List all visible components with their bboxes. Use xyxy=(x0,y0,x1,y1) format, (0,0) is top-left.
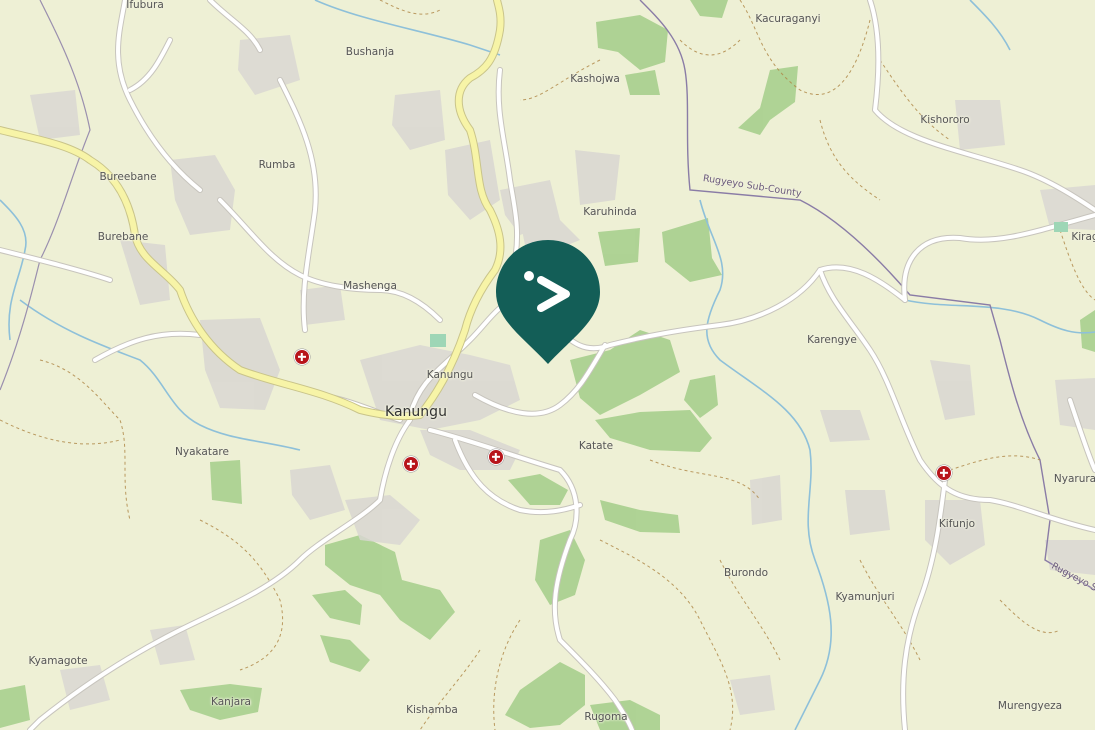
pitch-area-2 xyxy=(1054,222,1068,232)
place-label: Bushanja xyxy=(345,46,395,58)
place-label: Burebane xyxy=(97,231,149,243)
settlement-areas xyxy=(30,35,1095,715)
place-label: Kyamagote xyxy=(28,655,88,667)
place-label: Karengye xyxy=(807,334,857,346)
chevron-right-icon xyxy=(496,240,600,364)
place-label: Kifunjo xyxy=(938,518,976,530)
place-label: Katate xyxy=(578,440,614,452)
place-label: Kishororo xyxy=(920,114,970,126)
place-label: Rumba xyxy=(258,159,296,171)
place-label: Rugoma xyxy=(584,711,628,723)
place-label: Kirag xyxy=(1071,231,1095,243)
place-label: Bureebane xyxy=(99,171,157,183)
place-label: Kyamunjuri xyxy=(835,591,895,603)
place-label: Kashojwa xyxy=(570,73,620,85)
place-label: Nyarura xyxy=(1053,473,1095,485)
place-label: Burondo xyxy=(723,567,769,579)
place-label: Kacuraganyi xyxy=(755,13,821,25)
health-facility-icon[interactable] xyxy=(488,449,504,465)
place-label: Murengyeza xyxy=(997,700,1063,712)
place-label: Kanungu xyxy=(426,369,474,381)
health-facility-icon[interactable] xyxy=(403,456,419,472)
place-label: Kanjara xyxy=(211,696,251,708)
place-label: Ifubura xyxy=(126,0,164,11)
place-label: Mashenga xyxy=(343,280,397,292)
place-label: Nyakatare xyxy=(175,446,229,458)
town-label: Kanungu xyxy=(385,404,447,420)
pitch-area xyxy=(430,334,446,347)
health-facility-icon[interactable] xyxy=(294,349,310,365)
health-facility-icon[interactable] xyxy=(936,465,952,481)
place-label: Kishamba xyxy=(406,704,458,716)
place-label: Karuhinda xyxy=(583,206,637,218)
location-marker[interactable] xyxy=(494,238,602,366)
map-view[interactable]: Ifubura Bushanja Kashojwa Kacuraganyi Ki… xyxy=(0,0,1095,730)
